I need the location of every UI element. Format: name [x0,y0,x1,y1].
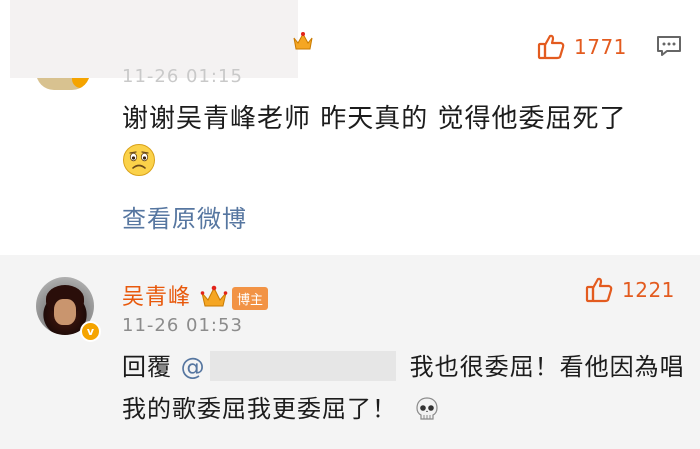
reply-prefix: 回覆 [122,353,172,381]
blogger-reply: v 吴青峰 博主 1221 11-26 01:53 回覆 @ 我也很委屈！看他因為… [0,255,700,449]
reply-text-line1: 回覆 @ 我也很委屈！看他因為唱 [122,347,685,382]
reply-username[interactable]: 吴青峰 [122,279,191,311]
thumb-up-icon [585,277,613,303]
v-badge-icon: v [80,321,101,342]
like-count: 1221 [622,278,675,302]
sad-face-emoji [123,144,155,176]
redacted-mention [209,351,396,381]
comment-text: 谢谢吴青峰老师 昨天真的 觉得他委屈死了 [122,104,627,134]
reply-text-rest: 我也很委屈！看他因為唱 [409,353,685,381]
top-comment: 11-26 01:15 1771 谢谢吴青峰老师 昨天真的 觉得他委屈死了 查看… [0,0,700,255]
comment-icon[interactable] [655,34,683,58]
thumb-up-icon [537,34,565,60]
crown-icon [293,32,313,50]
reply-text-end: 我的歌委屈我更委屈了！ [122,395,397,423]
comment-time: 11-26 01:15 [122,66,243,87]
like-count: 1771 [574,35,627,59]
crown-icon [200,285,228,307]
reply-time: 11-26 01:53 [122,315,243,336]
view-original-link[interactable]: 查看原微博 [122,199,247,234]
blogger-badge: 博主 [232,287,269,310]
like-button[interactable]: 1221 [584,275,675,305]
reply-text-line2: 我的歌委屈我更委屈了！ [122,389,440,424]
skull-emoji [416,397,438,420]
mention-link[interactable]: @ [181,353,206,381]
like-button[interactable]: 1771 [536,32,627,62]
